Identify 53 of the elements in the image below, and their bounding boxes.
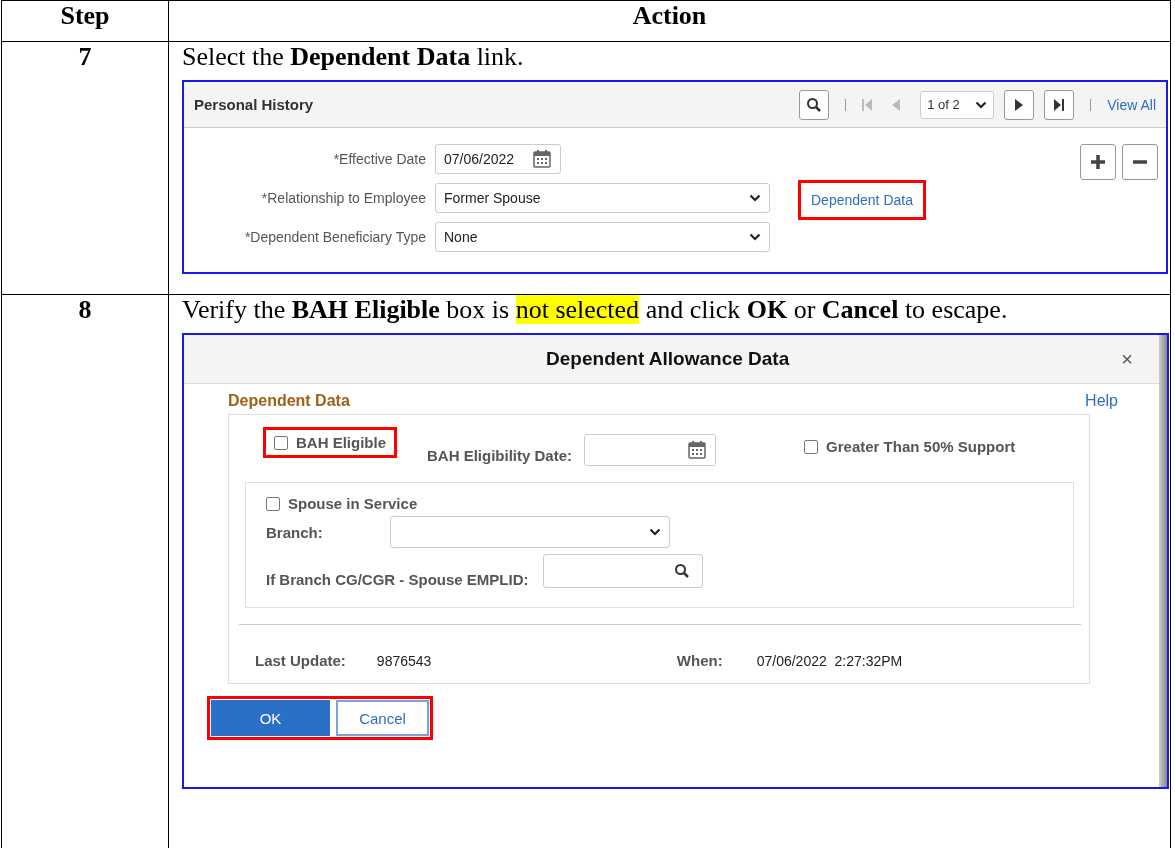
search-icon xyxy=(673,563,690,579)
field-label: BAH Eligibility Date: xyxy=(427,447,573,464)
date-field[interactable]: 07/06/2022 xyxy=(435,144,561,174)
search-button[interactable] xyxy=(799,89,830,120)
skip-end-icon xyxy=(1054,98,1065,111)
remove-button[interactable] xyxy=(1122,144,1158,180)
field-label: *Relationship to Employee xyxy=(260,190,426,206)
dialog-title: Dependent Allowance Data xyxy=(545,348,791,370)
add-button[interactable] xyxy=(1080,144,1116,180)
instruction-text: Verify the BAH Eligible box is not selected and click OK or Cancel to escape. xyxy=(182,295,1009,325)
help-link[interactable]: Help xyxy=(1085,392,1118,410)
calendar-icon[interactable] xyxy=(532,149,552,169)
date-field[interactable] xyxy=(584,434,717,466)
search-field[interactable] xyxy=(542,554,703,588)
dropdown-field[interactable]: Former Spouse xyxy=(435,183,770,213)
next-page-button[interactable] xyxy=(1004,89,1035,120)
search-icon xyxy=(806,96,823,113)
step-number: 8 xyxy=(77,295,93,325)
cancel-button[interactable]: Cancel xyxy=(336,700,429,736)
field-label: Branch: xyxy=(266,523,323,541)
field-label: When: xyxy=(676,652,723,669)
close-button[interactable]: × xyxy=(1121,347,1133,371)
last-page-button[interactable] xyxy=(1044,89,1075,120)
chevron-down-icon xyxy=(749,194,761,202)
checkbox[interactable] xyxy=(274,435,288,450)
checkbox-label: Greater Than 50% Support xyxy=(826,438,1016,455)
plus-icon xyxy=(1090,154,1106,170)
play-icon xyxy=(1015,98,1024,111)
instruction-text: Select the Dependent Data link. xyxy=(182,42,525,72)
dropdown-field[interactable] xyxy=(389,516,670,548)
chevron-down-icon xyxy=(648,528,661,536)
column-header: Action xyxy=(168,0,1171,42)
field-value: 07/06/2022 2:27:32PM xyxy=(756,652,903,669)
dropdown-field[interactable]: None xyxy=(435,222,770,252)
checkbox-label: Spouse in Service xyxy=(288,495,418,512)
chevron-down-icon xyxy=(749,233,761,241)
view-all-link[interactable]: View All xyxy=(1107,96,1156,113)
checkbox[interactable] xyxy=(266,496,280,511)
column-header: Step xyxy=(1,0,169,42)
field-value: 9876543 xyxy=(376,652,433,669)
field-label: Last Update: xyxy=(255,652,346,669)
field-label: *Effective Date xyxy=(332,151,426,167)
chevron-down-icon xyxy=(975,100,988,109)
section-title: Dependent Data xyxy=(228,392,350,410)
panel-title: Personal History xyxy=(194,96,315,113)
field-label: If Branch CG/CGR - Spouse EMPLID: xyxy=(266,571,529,588)
checkbox[interactable] xyxy=(804,439,819,454)
page-select[interactable]: 1 of 2 xyxy=(920,90,995,119)
checkbox-label: BAH Eligible xyxy=(296,434,386,451)
step-number: 7 xyxy=(77,42,93,72)
ok-button[interactable]: OK xyxy=(211,700,330,736)
calendar-icon[interactable] xyxy=(687,440,708,460)
field-label: *Dependent Beneficiary Type xyxy=(243,229,426,245)
